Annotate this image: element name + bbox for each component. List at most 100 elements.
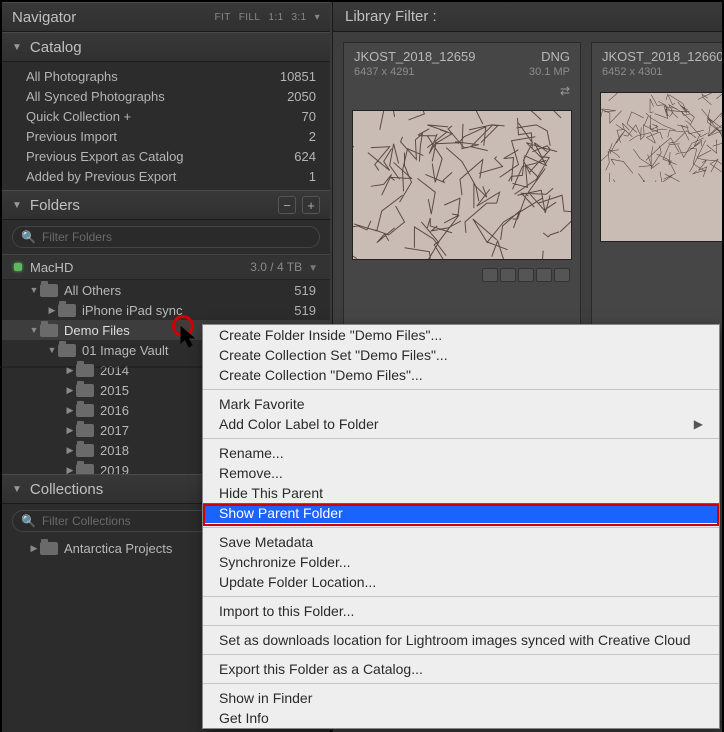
disclosure-triangle-icon[interactable]: ▶ — [46, 305, 58, 316]
menu-item-label: Synchronize Folder... — [219, 554, 351, 570]
menu-item[interactable]: Mark Favorite — [203, 394, 719, 414]
catalog-row-label: All Synced Photographs — [26, 89, 165, 104]
add-folder-icon[interactable]: + — [302, 196, 320, 214]
menu-item[interactable]: Export this Folder as a Catalog... — [203, 659, 719, 679]
menu-item[interactable]: Add Color Label to Folder▶ — [203, 414, 719, 434]
library-filter-title: Library Filter : — [345, 8, 437, 25]
menu-item[interactable]: Update Folder Location... — [203, 572, 719, 592]
library-filter-header[interactable]: Library Filter : — [333, 2, 722, 32]
disclosure-triangle-icon[interactable]: ▶ — [64, 465, 76, 475]
folder-icon — [58, 344, 76, 357]
volume-row[interactable]: MacHD 3.0 / 4 TB▼ — [2, 254, 330, 280]
panel-title: Folders — [30, 197, 80, 214]
thumbnail-filename: JKOST_2018_12659 — [354, 49, 475, 64]
badge-icon[interactable] — [518, 268, 534, 282]
cursor-icon — [180, 326, 200, 350]
menu-item-label: Save Metadata — [219, 534, 313, 550]
folder-label: Demo Files — [64, 323, 130, 338]
menu-item[interactable]: Set as downloads location for Lightroom … — [203, 630, 719, 650]
folder-icon — [40, 542, 58, 555]
catalog-row-count: 2 — [309, 129, 316, 144]
folder-row[interactable]: ▼ All Others 519 — [2, 280, 330, 300]
disclosure-triangle-icon[interactable]: ▶ — [28, 543, 40, 554]
menu-item-label: Import to this Folder... — [219, 603, 354, 619]
catalog-row[interactable]: Previous Export as Catalog624 — [2, 146, 330, 166]
badge-icon[interactable] — [500, 268, 516, 282]
disclosure-triangle-icon[interactable]: ▶ — [64, 405, 76, 416]
context-menu: Create Folder Inside "Demo Files"...Crea… — [202, 324, 720, 729]
catalog-row[interactable]: All Synced Photographs2050 — [2, 86, 330, 106]
menu-separator — [203, 438, 719, 439]
catalog-row-count: 10851 — [280, 69, 316, 84]
catalog-row-label: Quick Collection + — [26, 109, 131, 124]
disclosure-triangle-icon: ▼ — [12, 42, 22, 53]
thumbnail-dimensions: 6452 x 4301 — [602, 66, 722, 78]
thumbnail-image — [352, 110, 572, 260]
menu-separator — [203, 625, 719, 626]
badge-row — [344, 268, 580, 288]
disclosure-triangle-icon[interactable]: ▶ — [64, 445, 76, 456]
menu-item[interactable]: Show Parent Folder — [203, 503, 719, 523]
catalog-row[interactable]: Added by Previous Export1 — [2, 166, 330, 186]
search-icon: 🔍 — [21, 514, 36, 528]
folder-label: 2017 — [100, 423, 129, 438]
catalog-row[interactable]: Quick Collection + 70 — [2, 106, 330, 126]
disclosure-triangle-icon[interactable]: ▼ — [28, 325, 40, 335]
badge-icon[interactable] — [536, 268, 552, 282]
folder-label: 2015 — [100, 383, 129, 398]
folder-row[interactable]: ▶ iPhone iPad sync 519 — [2, 300, 330, 320]
disclosure-triangle-icon[interactable]: ▶ — [64, 385, 76, 396]
folder-icon — [76, 424, 94, 437]
menu-item-label: Export this Folder as a Catalog... — [219, 661, 423, 677]
menu-item[interactable]: Synchronize Folder... — [203, 552, 719, 572]
menu-item[interactable]: Hide This Parent — [203, 483, 719, 503]
menu-item[interactable]: Import to this Folder... — [203, 601, 719, 621]
disclosure-triangle-icon: ▼ — [12, 200, 22, 211]
menu-item[interactable]: Create Collection "Demo Files"... — [203, 365, 719, 385]
collapse-icon[interactable]: − — [278, 196, 296, 214]
folder-count: 519 — [294, 303, 330, 318]
thumbnail-filename: JKOST_2018_12660 — [602, 49, 722, 64]
menu-item[interactable]: Get Info — [203, 708, 719, 728]
menu-item[interactable]: Rename... — [203, 443, 719, 463]
folder-label: iPhone iPad sync — [82, 303, 182, 318]
catalog-header[interactable]: ▼ Catalog — [2, 32, 330, 62]
chevron-down-icon: ▾ — [315, 12, 320, 23]
folder-count: 519 — [294, 283, 330, 298]
menu-item-label: Get Info — [219, 710, 269, 726]
menu-item[interactable]: Create Folder Inside "Demo Files"... — [203, 325, 719, 345]
disclosure-triangle-icon[interactable]: ▼ — [46, 345, 58, 355]
menu-separator — [203, 596, 719, 597]
menu-item[interactable]: Show in Finder — [203, 688, 719, 708]
thumbnail-megapixels: 30.1 MP — [529, 66, 570, 78]
navigator-header[interactable]: ▼ Navigator FIT FILL 1:1 3:1 ▾ — [2, 2, 330, 32]
folder-label: All Others — [64, 283, 121, 298]
folder-icon — [76, 404, 94, 417]
folder-icon — [76, 444, 94, 457]
folder-icon — [76, 384, 94, 397]
disclosure-triangle-icon[interactable]: ▼ — [28, 285, 40, 295]
search-icon: 🔍 — [21, 230, 36, 244]
menu-separator — [203, 527, 719, 528]
thumbnail-dimensions: 6437 x 4291 — [354, 66, 475, 78]
menu-item-label: Rename... — [219, 445, 284, 461]
folder-icon — [40, 284, 58, 297]
catalog-row-label: All Photographs — [26, 69, 118, 84]
folder-label: 2014 — [100, 363, 129, 378]
menu-item[interactable]: Remove... — [203, 463, 719, 483]
menu-separator — [203, 654, 719, 655]
badge-icon[interactable] — [482, 268, 498, 282]
disclosure-triangle-icon: ▼ — [12, 484, 22, 495]
menu-item[interactable]: Create Collection Set "Demo Files"... — [203, 345, 719, 365]
catalog-row-count: 70 — [302, 109, 316, 124]
disclosure-triangle-icon[interactable]: ▶ — [64, 425, 76, 436]
navigator-zoom-options[interactable]: FIT FILL 1:1 3:1 ▾ — [215, 12, 320, 23]
catalog-row[interactable]: Previous Import2 — [2, 126, 330, 146]
badge-icon[interactable] — [554, 268, 570, 282]
folders-header[interactable]: ▼ Folders − + — [2, 190, 330, 220]
folder-label: 2018 — [100, 443, 129, 458]
folders-filter-input[interactable]: 🔍 Filter Folders — [12, 226, 320, 248]
catalog-body: All Photographs 10851 All Synced Photograp… — [2, 62, 330, 190]
catalog-row[interactable]: All Photographs 10851 — [2, 66, 330, 86]
menu-item[interactable]: Save Metadata — [203, 532, 719, 552]
